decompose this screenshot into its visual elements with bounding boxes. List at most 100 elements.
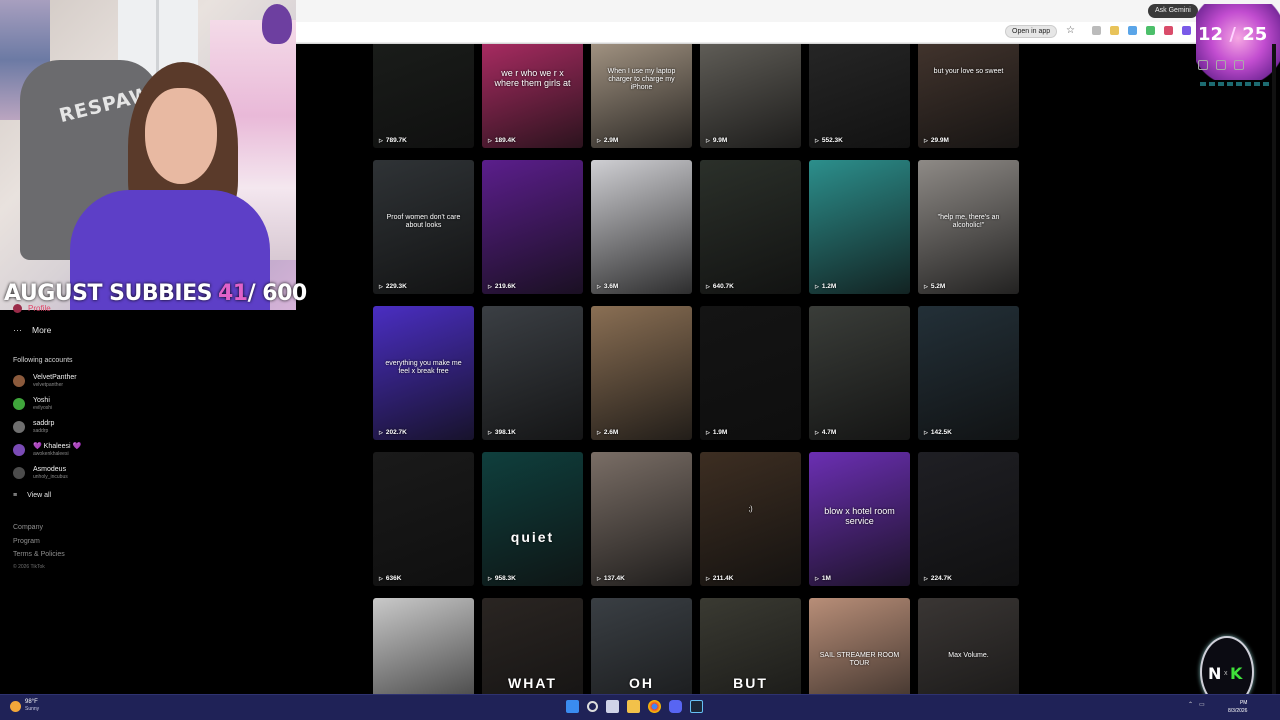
task-view-icon[interactable]	[606, 700, 619, 713]
view-count-text: 552.3K	[821, 137, 843, 144]
play-icon: ▷	[706, 575, 710, 582]
following-account[interactable]: Asmodeus unholy_incubus	[13, 466, 68, 481]
play-icon: ▷	[924, 283, 928, 290]
view-count-text: 1.9M	[712, 429, 728, 436]
video-thumbnail[interactable]: Max Volume.	[918, 598, 1019, 694]
list-icon: ≡	[13, 492, 18, 499]
video-thumbnail[interactable]: ;) ▷ 211.4K	[700, 452, 801, 586]
video-thumbnail[interactable]: ▷ 2.6M	[591, 306, 692, 440]
video-thumbnail[interactable]: ▷ 636K	[373, 452, 474, 586]
video-thumbnail[interactable]: BUT	[700, 598, 801, 694]
view-count-text: 2.9M	[603, 137, 619, 144]
play-icon: ▷	[706, 283, 710, 290]
video-view-count: ▷ 189.4K	[488, 137, 516, 144]
video-thumbnail[interactable]: ▷ 219.6K	[482, 160, 583, 294]
file-explorer-icon[interactable]	[627, 700, 640, 713]
play-icon: ▷	[379, 429, 383, 436]
video-view-count: ▷ 29.9M	[924, 137, 949, 144]
video-thumbnail[interactable]: we r who we r x where them girls at ▷ 189.…	[482, 44, 583, 148]
video-caption: blow x hotel room service	[824, 505, 895, 526]
footer-program-link[interactable]: Program	[13, 538, 40, 545]
side-icon[interactable]	[1234, 60, 1244, 70]
footer-company-link[interactable]: Company	[13, 524, 43, 531]
video-thumbnail[interactable]: ▷ 1.9M	[700, 306, 801, 440]
video-thumbnail[interactable]: but your love so sweet ▷ 29.9M	[918, 44, 1019, 148]
nav-more-label: More	[32, 325, 52, 335]
video-thumbnail[interactable]: ▷ 398.1K	[482, 306, 583, 440]
video-thumbnail[interactable]: ▷ 640.7K	[700, 160, 801, 294]
avatar	[13, 444, 25, 456]
video-thumbnail[interactable]: WHAT	[482, 598, 583, 694]
avatar	[13, 421, 25, 433]
video-thumbnail[interactable]: ▷ 552.3K	[809, 44, 910, 148]
search-icon[interactable]	[587, 701, 598, 712]
footer-terms-link[interactable]: Terms & Policies	[13, 551, 65, 558]
view-count-text: 398.1K	[494, 429, 516, 436]
video-thumbnail[interactable]: SAIL STREAMER ROOM TOUR	[809, 598, 910, 694]
view-all-link[interactable]: ≡ View all	[13, 492, 51, 499]
video-thumbnail[interactable]: blow x hotel room service ▷ 1M	[809, 452, 910, 586]
extension-icon[interactable]	[1164, 26, 1173, 35]
following-account[interactable]: VelvetPanther velvetpanther	[13, 374, 77, 389]
extension-icon[interactable]	[1128, 26, 1137, 35]
following-account[interactable]: Yoshi evilyoshi	[13, 397, 52, 412]
video-thumbnail[interactable]: ▷ 3.6M	[591, 160, 692, 294]
video-view-count: ▷ 9.9M	[706, 137, 727, 144]
extension-icon[interactable]	[1092, 26, 1101, 35]
play-icon: ▷	[597, 575, 601, 582]
video-thumbnail[interactable]: ▷ 142.5K	[918, 306, 1019, 440]
video-thumbnail[interactable]: ▷ 224.7K	[918, 452, 1019, 586]
video-view-count: ▷ 1M	[815, 575, 831, 582]
video-thumbnail[interactable]: "help me, there's an alcoholic!" ▷ 5.2M	[918, 160, 1019, 294]
video-view-count: ▷ 552.3K	[815, 137, 843, 144]
extension-icon[interactable]	[1182, 26, 1191, 35]
overlay-decoration	[1200, 82, 1274, 86]
chevron-up-icon[interactable]: ⌃	[1188, 701, 1193, 708]
windows-start-icon[interactable]	[566, 700, 579, 713]
video-thumbnail[interactable]: ▷ 1.2M	[809, 160, 910, 294]
video-thumbnail[interactable]: ▷ 9.9M	[700, 44, 801, 148]
timer-left: 12	[1198, 24, 1224, 45]
chrome-icon[interactable]	[648, 700, 661, 713]
video-caption: When I use my laptop charger to charge m…	[607, 67, 676, 91]
view-count-text: 958.3K	[494, 575, 516, 582]
side-icon[interactable]	[1198, 60, 1208, 70]
steam-icon[interactable]	[690, 700, 703, 713]
video-thumbnail[interactable]: OH	[591, 598, 692, 694]
sub-goal-target: / 600	[247, 281, 308, 306]
network-icon[interactable]: ▭	[1199, 701, 1205, 708]
following-account[interactable]: 💜 Khaleesi 💜 awokenkhaleesi	[13, 443, 81, 458]
nav-profile[interactable]: Profile	[13, 304, 51, 313]
discord-icon[interactable]	[669, 700, 682, 713]
account-handle: saddrp	[33, 428, 49, 434]
play-icon: ▷	[488, 575, 492, 582]
video-thumbnail[interactable]: ▷ 137.4K	[591, 452, 692, 586]
weather-widget[interactable]: 98°F Sunny	[10, 699, 39, 713]
avatar	[13, 467, 25, 479]
video-thumbnail[interactable]: Proof women don't care about looks ▷ 229.3…	[373, 160, 474, 294]
timer-overlay: 12 / 25	[1198, 24, 1267, 45]
following-account[interactable]: saddrp saddrp	[13, 420, 54, 435]
video-thumbnail[interactable]: ▷ 789.7K	[373, 44, 474, 148]
view-count-text: 224.7K	[930, 575, 952, 582]
video-thumbnail[interactable]: quiet ▷ 958.3K	[482, 452, 583, 586]
taskbar-clock[interactable]: PM 8/3/2026	[1228, 699, 1247, 715]
video-grid: ▷ 789.7K we r who we r x where them girls …	[373, 44, 1021, 694]
side-icon[interactable]	[1216, 60, 1226, 70]
taskbar-apps	[566, 700, 703, 713]
following-accounts-title: Following accounts	[13, 357, 73, 364]
extension-icon[interactable]	[1110, 26, 1119, 35]
video-thumbnail[interactable]: ▷ 4.7M	[809, 306, 910, 440]
ask-gemini-button[interactable]: Ask Gemini	[1148, 4, 1198, 18]
video-view-count: ▷ 202.7K	[379, 429, 407, 436]
extension-icon[interactable]	[1146, 26, 1155, 35]
video-thumbnail[interactable]: When I use my laptop charger to charge m…	[591, 44, 692, 148]
star-icon[interactable]: ☆	[1066, 25, 1075, 36]
page-scrollbar[interactable]	[1272, 44, 1276, 694]
view-count-text: 2.6M	[603, 429, 619, 436]
nav-more[interactable]: ··· More	[13, 325, 51, 335]
open-in-app-button[interactable]: Open in app	[1005, 25, 1058, 38]
video-thumbnail[interactable]: everything you make me feel x break free…	[373, 306, 474, 440]
video-view-count: ▷ 211.4K	[706, 575, 733, 582]
video-thumbnail[interactable]	[373, 598, 474, 694]
